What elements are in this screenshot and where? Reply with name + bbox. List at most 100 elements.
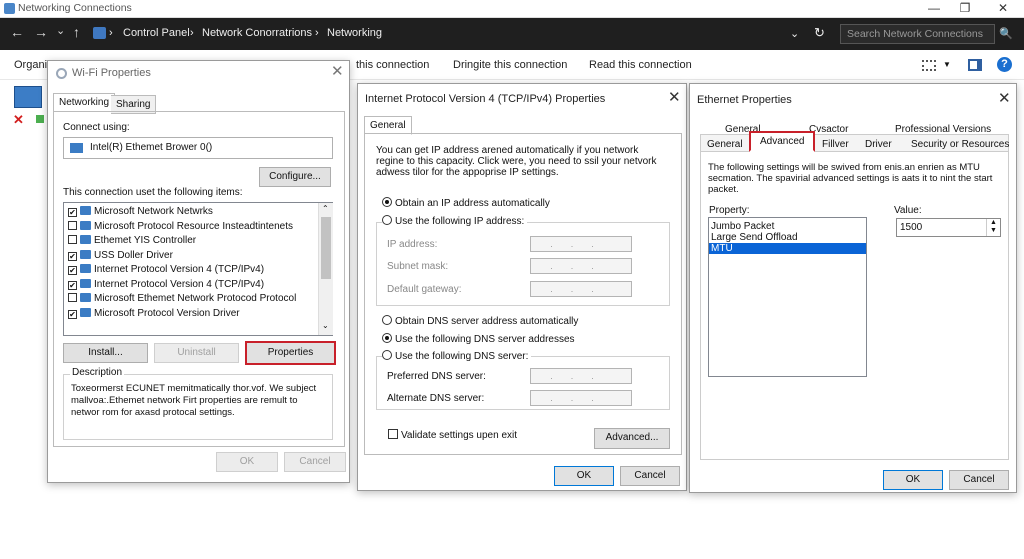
preferred-dns-field[interactable]: ... [530,368,632,384]
ipv4-dialog-title: Internet Protocol Version 4 (TCP/IPv4) P… [365,93,606,105]
properties-button[interactable]: Properties [245,341,336,365]
list-item[interactable]: ✔ Internet Protocol Version 4 (TCP/IPv4) [64,278,318,293]
close-window-button[interactable]: ✕ [986,0,1020,18]
refresh-icon[interactable]: ↻ [814,25,825,41]
spin-up-icon[interactable]: ▲ [986,219,1000,227]
ip-address-field[interactable]: ... [530,236,632,252]
close-icon[interactable]: ✕ [331,64,344,79]
checkbox-icon[interactable] [388,429,398,439]
value-text: 1500 [900,222,923,233]
use-ip-radio[interactable]: Use the following IP address: [382,215,528,227]
ok-button[interactable]: OK [216,452,278,472]
cancel-button[interactable]: Cancel [949,470,1009,490]
wifi-icon [56,68,67,79]
advanced-button[interactable]: Advanced... [594,428,670,449]
checkbox-checked-icon[interactable]: ✔ [68,309,77,319]
window-title: Networking Connections [18,2,132,14]
cancel-button[interactable]: Cancel [620,466,680,486]
connect-using-label: Connect using: [63,122,130,133]
breadcrumb-control-panel[interactable]: Control Panel [123,27,190,39]
minimize-button[interactable]: — [917,0,951,18]
ok-button[interactable]: OK [883,470,943,490]
close-icon[interactable]: ✕ [668,90,681,105]
list-item[interactable]: Microsoft Protocol Resource Insteadtinte… [64,220,318,235]
radio-icon[interactable] [382,215,392,225]
tab-security-resources[interactable]: Security or Resources [906,136,1014,153]
list-item[interactable]: Microsoft Ethemet Network Protocod Proto… [64,292,318,307]
property-list-item[interactable]: Large Send Offload [709,232,866,243]
tab-fillver[interactable]: Fillver [817,136,854,153]
cmd-diagnose-connection[interactable]: Dringite this connection [453,59,567,71]
maximize-button[interactable]: ❐ [948,0,982,18]
ok-button[interactable]: OK [554,466,614,486]
tab-general[interactable]: General [702,136,748,153]
up-icon[interactable]: ↑ [73,24,80,40]
checkbox-checked-icon[interactable]: ✔ [68,208,77,217]
wifi-properties-dialog: Wi-Fi Properties ✕ Networking Sharing Co… [47,60,350,483]
spin-down-icon[interactable]: ▼ [986,227,1000,236]
history-dropdown-icon[interactable]: ⌄ [56,24,65,37]
subnet-mask-field[interactable]: ... [530,258,632,274]
install-button[interactable]: Install... [63,343,148,363]
checkbox-checked-icon[interactable]: ✔ [68,251,77,261]
cancel-button[interactable]: Cancel [284,452,346,472]
list-item[interactable]: Ethemet YIS Controller [64,234,318,249]
organize-menu[interactable]: Organi [14,59,47,71]
property-list-item[interactable]: MTU [709,243,866,254]
list-item[interactable]: ✔ Internet Protocol Version 4 (TCP/IPv4) [64,263,318,278]
tab-advanced[interactable]: Advanced [749,131,816,152]
default-gateway-field[interactable]: ... [530,281,632,297]
list-item[interactable]: ✔ USS Doller Driver [64,249,318,264]
checkbox-icon[interactable] [68,293,77,302]
cmd-view-status[interactable]: Read this connection [589,59,692,71]
address-dropdown-icon[interactable]: ⌄ [790,27,799,40]
checkbox-checked-icon[interactable]: ✔ [68,266,77,275]
preview-pane-icon[interactable] [968,59,982,71]
tab-driver[interactable]: Driver [860,136,897,153]
breadcrumb-separator: › [190,27,194,39]
use-dns-addresses-radio[interactable]: Use the following DNS server addresses [382,333,575,345]
property-list-item[interactable]: Jumbo Packet [709,221,866,232]
checkbox-checked-icon[interactable]: ✔ [68,280,77,290]
forward-icon[interactable]: → [34,24,48,40]
search-icon[interactable]: 🔍 [999,27,1013,40]
ipv4-properties-dialog: Internet Protocol Version 4 (TCP/IPv4) P… [357,83,687,491]
obtain-ip-radio[interactable]: Obtain an IP address automatically [382,197,550,209]
checkbox-icon[interactable] [68,220,77,230]
ethernet-dialog-title: Ethernet Properties [697,94,792,106]
view-options-dropdown-icon[interactable]: ▼ [943,60,951,69]
configure-button[interactable]: Configure... [259,167,331,187]
scroll-thumb[interactable] [321,217,331,279]
scroll-down-icon[interactable]: ⌄ [322,321,329,330]
control-panel-icon [93,27,106,39]
radio-icon[interactable] [382,350,392,360]
view-options-icon[interactable] [922,60,936,71]
breadcrumb-networking[interactable]: Networking [327,27,382,39]
validate-checkbox[interactable]: Validate settings upen exit [384,429,517,441]
search-input[interactable]: Search Network Connections [840,24,995,44]
back-icon[interactable]: ← [10,24,24,40]
items-label: This connection uset the following items… [63,187,243,198]
close-icon[interactable]: ✕ [998,91,1011,106]
radio-icon[interactable] [382,315,392,325]
breadcrumb-network-connections[interactable]: Network Conorratrions [202,27,312,39]
use-dns-radio[interactable]: Use the following DNS server: [382,350,532,362]
list-item[interactable]: ✔ Microsoft Network Netwrks [64,205,318,220]
obtain-dns-radio[interactable]: Obtain DNS server address automatically [382,315,578,327]
checkbox-icon[interactable] [68,235,77,244]
network-component-icon [80,235,91,244]
scroll-up-icon[interactable]: ⌃ [322,204,329,213]
radio-selected-icon[interactable] [382,333,392,343]
tab-networking[interactable]: Networking [53,93,116,112]
help-icon[interactable]: ? [997,57,1012,72]
value-field[interactable]: 1500 ▲ ▼ [896,218,1001,237]
obtain-ip-label: Obtain an IP address automatically [395,198,550,209]
radio-selected-icon[interactable] [382,197,392,207]
value-label: Value: [894,205,922,216]
cmd-rename-connection[interactable]: this connection [356,59,429,71]
list-scrollbar[interactable]: ⌃ ⌄ [318,203,333,335]
alternate-dns-field[interactable]: ... [530,390,632,406]
list-item[interactable]: ✔ Microsoft Protocol Version Driver [64,307,318,322]
adapter-icon[interactable] [14,86,42,108]
uninstall-button[interactable]: Uninstall [154,343,239,363]
